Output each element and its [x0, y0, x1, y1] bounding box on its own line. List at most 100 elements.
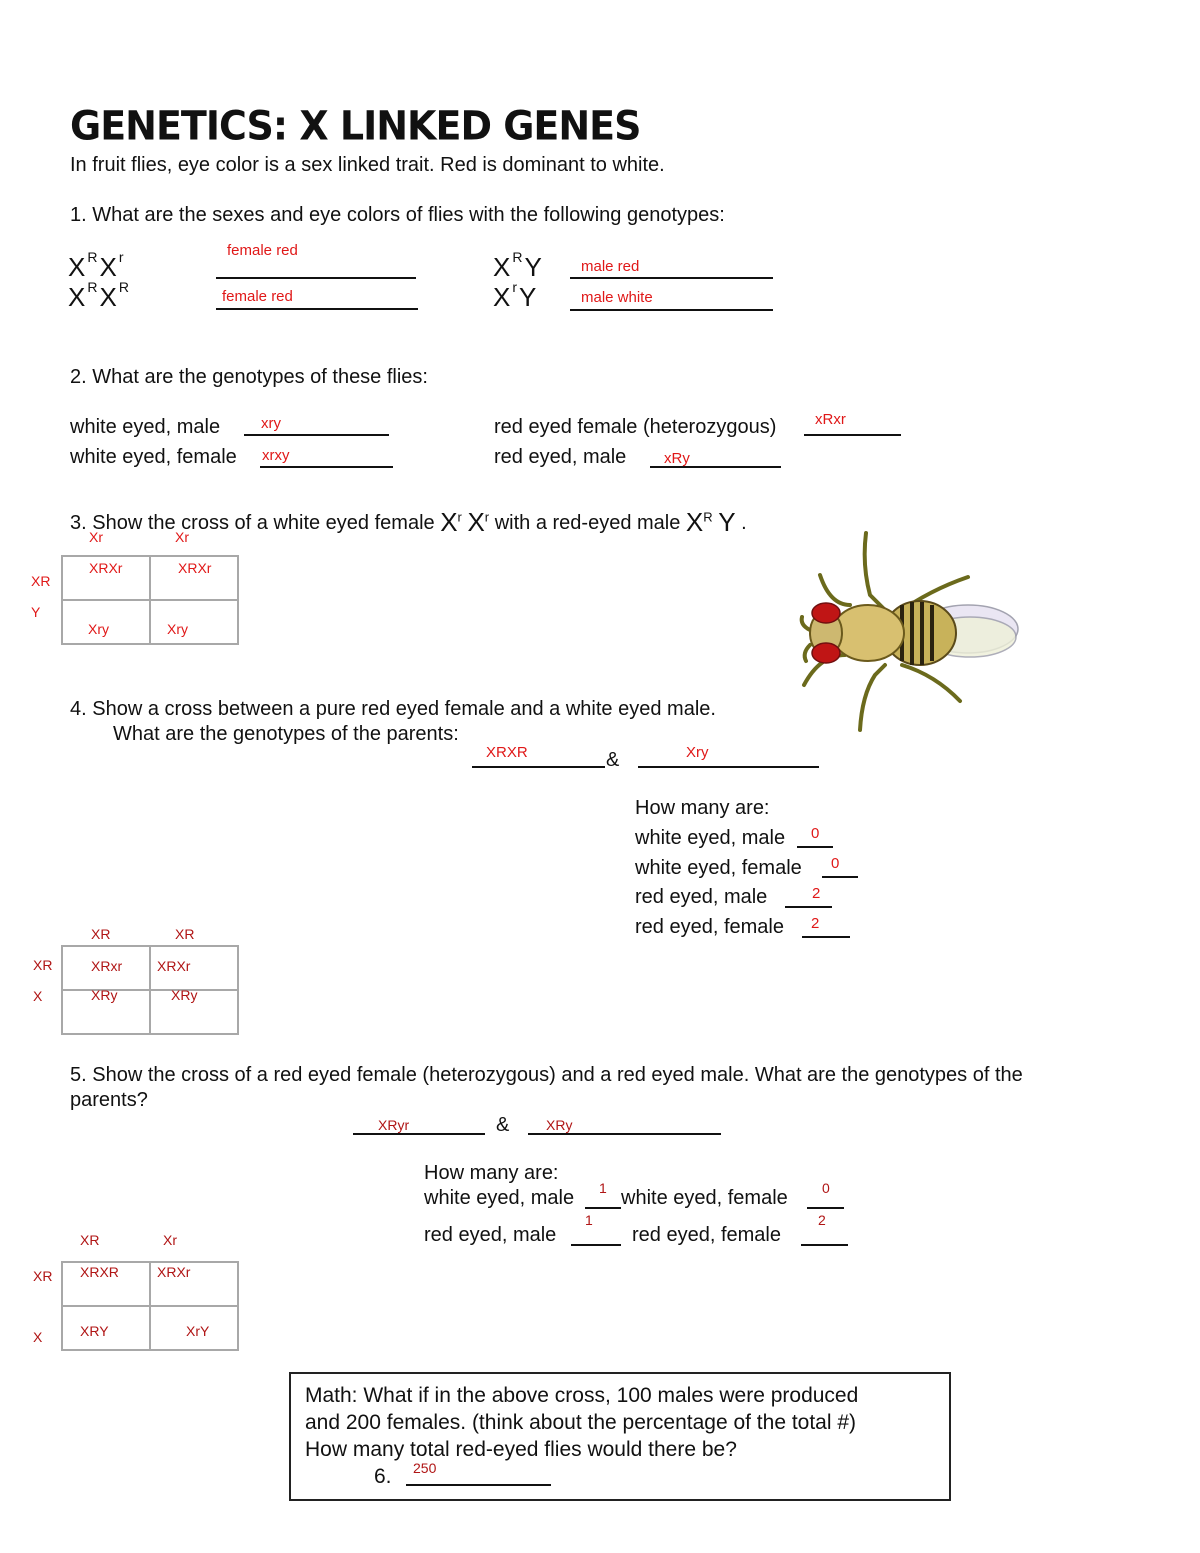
q5-prompt-1: 5. Show the cross of a red eyed female (… — [70, 1064, 1023, 1086]
q2-answer-4[interactable]: xRy — [664, 450, 690, 467]
q1-prompt: 1. What are the sexes and eye colors of … — [70, 204, 725, 226]
q4-prompt-2: What are the genotypes of the parents: — [113, 723, 459, 745]
genotype-xry-red: X RY — [493, 249, 542, 282]
q5-ampersand: & — [496, 1114, 510, 1136]
q2-answer-3[interactable]: xRxr — [815, 411, 846, 428]
punnett-cell[interactable]: Xry — [61, 599, 151, 645]
q5-parent-1[interactable]: XRyr — [378, 1117, 409, 1133]
q1-answer-line-2 — [216, 308, 418, 310]
q4-count-value-4[interactable]: 2 — [811, 915, 819, 932]
genotype-xrxr-hom: X RX R — [68, 279, 129, 312]
q4-count-label-1: white eyed, male — [635, 827, 786, 849]
math-answer-line — [406, 1484, 551, 1486]
intro-text: In fruit flies, eye color is a sex linke… — [70, 154, 665, 176]
q4-count-value-3[interactable]: 2 — [812, 885, 820, 902]
q2-prompt: 2. What are the genotypes of these flies… — [70, 366, 428, 388]
q5-count-line-2 — [807, 1207, 844, 1209]
q5-punnett-square: XRXR XRXr XRY XrY — [61, 1261, 239, 1351]
q3-punnett-square: XRXr XRXr Xry Xry — [61, 555, 239, 645]
q1-answer-4[interactable]: male white — [581, 289, 653, 306]
q2-label-1: white eyed, male — [70, 416, 221, 438]
q1-answer-line-1 — [216, 277, 416, 279]
punnett-cell[interactable]: XRXr — [149, 1261, 239, 1307]
q2-answer-2[interactable]: xrxy — [262, 447, 290, 464]
q5-top-allele-2: Xr — [163, 1232, 177, 1248]
q5-parent-line-2 — [528, 1133, 721, 1135]
q5-count-value-3[interactable]: 1 — [585, 1212, 593, 1228]
q5-how-many: How many are: — [424, 1162, 559, 1184]
q4-top-allele-2: XR — [175, 926, 195, 942]
q1-answer-line-4 — [570, 309, 773, 311]
q4-side-allele-2: X — [33, 988, 43, 1004]
q5-count-label-1: white eyed, male — [424, 1187, 575, 1209]
q3-side-allele-1: XR — [31, 573, 51, 589]
q3-top-allele-2: Xr — [175, 529, 189, 545]
q1-answer-1[interactable]: female red — [227, 242, 298, 259]
q5-count-label-4: red eyed, female — [632, 1224, 781, 1246]
q2-label-2: white eyed, female — [70, 446, 237, 468]
q3-side-allele-2: Y — [31, 604, 41, 620]
math-line-3: How many total red-eyed flies would ther… — [305, 1438, 737, 1461]
q4-count-value-1[interactable]: 0 — [811, 825, 819, 842]
punnett-cell[interactable]: XRxr — [61, 945, 151, 991]
q5-count-label-2: white eyed, female — [621, 1187, 788, 1209]
q5-parent-2[interactable]: XRy — [546, 1117, 572, 1133]
math-line-1: Math: What if in the above cross, 100 ma… — [305, 1384, 859, 1407]
q5-parent-line-1 — [353, 1133, 485, 1135]
q4-count-label-3: red eyed, male — [635, 886, 768, 908]
q2-label-4: red eyed, male — [494, 446, 627, 468]
q2-answer-1[interactable]: xry — [261, 415, 281, 432]
q5-count-label-3: red eyed, male — [424, 1224, 557, 1246]
q4-how-many: How many are: — [635, 797, 770, 819]
math-question-number: 6. — [374, 1465, 392, 1488]
punnett-cell[interactable]: XRXr — [149, 945, 239, 991]
q4-prompt-1: 4. Show a cross between a pure red eyed … — [70, 698, 716, 720]
q2-line-2 — [260, 466, 393, 468]
q4-count-line-1 — [797, 846, 833, 848]
q2-line-1 — [244, 434, 389, 436]
q4-top-allele-1: XR — [91, 926, 111, 942]
punnett-cell[interactable]: XRXr — [61, 555, 151, 601]
math-line-2: and 200 females. (think about the percen… — [305, 1411, 857, 1434]
fruit-fly-illustration-icon — [799, 531, 1019, 732]
q4-parent-1[interactable]: XRXR — [486, 744, 528, 761]
q5-prompt-2: parents? — [70, 1089, 148, 1111]
q4-count-line-4 — [802, 936, 850, 938]
q1-answer-line-3 — [570, 277, 773, 279]
q4-parent-line-1 — [472, 766, 605, 768]
punnett-cell[interactable]: XRXr — [149, 555, 239, 601]
q5-count-line-3 — [571, 1244, 621, 1246]
q5-top-allele-1: XR — [80, 1232, 100, 1248]
q4-punnett-square: XRxr XRXr XRy XRy — [61, 945, 239, 1035]
q5-side-allele-2: X — [33, 1329, 43, 1345]
punnett-cell[interactable]: XRXR — [61, 1261, 151, 1307]
q5-count-line-4 — [801, 1244, 848, 1246]
q4-parent-line-2 — [638, 766, 819, 768]
page-title: GENETICS: X LINKED GENES — [70, 102, 641, 150]
q4-count-value-2[interactable]: 0 — [831, 855, 839, 872]
q4-ampersand: & — [606, 749, 620, 771]
q4-count-line-3 — [785, 906, 832, 908]
q5-count-line-1 — [585, 1207, 621, 1209]
punnett-cell[interactable]: XRy — [61, 987, 151, 1035]
punnett-cell[interactable]: Xry — [149, 599, 239, 645]
q5-side-allele-1: XR — [33, 1268, 53, 1284]
q2-line-3 — [804, 434, 901, 436]
q1-answer-2[interactable]: female red — [222, 288, 293, 305]
q2-line-4 — [650, 466, 781, 468]
q3-prompt: 3. Show the cross of a white eyed female… — [70, 507, 747, 537]
q1-answer-3[interactable]: male red — [581, 258, 639, 275]
punnett-cell[interactable]: XrY — [149, 1305, 239, 1351]
q4-count-label-2: white eyed, female — [635, 857, 802, 879]
q5-count-value-2[interactable]: 0 — [822, 1180, 830, 1196]
q4-count-line-2 — [822, 876, 858, 878]
punnett-cell[interactable]: XRY — [61, 1305, 151, 1351]
q5-count-value-1[interactable]: 1 — [599, 1180, 607, 1196]
q4-count-label-4: red eyed, female — [635, 916, 784, 938]
q3-top-allele-1: Xr — [89, 529, 103, 545]
q5-count-value-4[interactable]: 2 — [818, 1212, 826, 1228]
genotype-xry-white: XrY — [493, 279, 537, 312]
punnett-cell[interactable]: XRy — [149, 987, 239, 1035]
q4-parent-2[interactable]: Xry — [686, 744, 709, 761]
math-answer[interactable]: 250 — [413, 1460, 436, 1476]
